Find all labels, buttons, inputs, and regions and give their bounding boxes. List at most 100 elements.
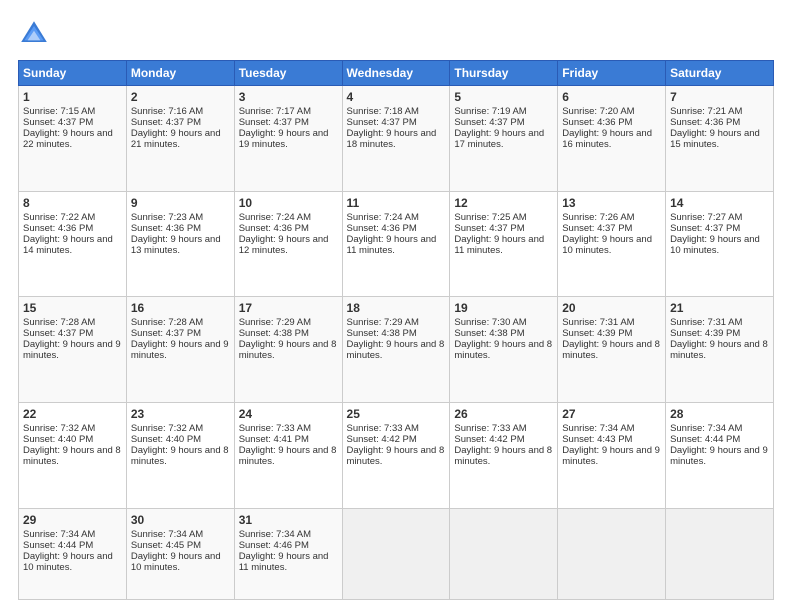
daylight-text: Daylight: 9 hours and 9 minutes. [670, 445, 768, 467]
header [18, 18, 774, 50]
sunrise-text: Sunrise: 7:30 AM [454, 317, 526, 328]
calendar-cell: 11Sunrise: 7:24 AMSunset: 4:36 PMDayligh… [342, 191, 450, 297]
calendar-cell [558, 508, 666, 599]
sunrise-text: Sunrise: 7:24 AM [239, 212, 311, 223]
day-number: 31 [239, 513, 338, 527]
sunset-text: Sunset: 4:36 PM [23, 223, 93, 234]
day-of-week-header: Saturday [666, 61, 774, 86]
sunset-text: Sunset: 4:37 PM [23, 328, 93, 339]
daylight-text: Daylight: 9 hours and 8 minutes. [562, 339, 660, 361]
day-number: 14 [670, 196, 769, 210]
calendar-cell: 23Sunrise: 7:32 AMSunset: 4:40 PMDayligh… [126, 403, 234, 509]
day-number: 29 [23, 513, 122, 527]
calendar-cell: 10Sunrise: 7:24 AMSunset: 4:36 PMDayligh… [234, 191, 342, 297]
calendar-cell [450, 508, 558, 599]
sunrise-text: Sunrise: 7:20 AM [562, 106, 634, 117]
day-number: 19 [454, 301, 553, 315]
day-of-week-header: Thursday [450, 61, 558, 86]
day-number: 26 [454, 407, 553, 421]
calendar-table: SundayMondayTuesdayWednesdayThursdayFrid… [18, 60, 774, 600]
sunrise-text: Sunrise: 7:25 AM [454, 212, 526, 223]
sunset-text: Sunset: 4:37 PM [670, 223, 740, 234]
calendar-cell: 25Sunrise: 7:33 AMSunset: 4:42 PMDayligh… [342, 403, 450, 509]
day-number: 10 [239, 196, 338, 210]
sunrise-text: Sunrise: 7:31 AM [562, 317, 634, 328]
sunset-text: Sunset: 4:38 PM [239, 328, 309, 339]
daylight-text: Daylight: 9 hours and 8 minutes. [239, 445, 337, 467]
sunrise-text: Sunrise: 7:29 AM [347, 317, 419, 328]
day-number: 25 [347, 407, 446, 421]
sunrise-text: Sunrise: 7:17 AM [239, 106, 311, 117]
calendar-header-row: SundayMondayTuesdayWednesdayThursdayFrid… [19, 61, 774, 86]
daylight-text: Daylight: 9 hours and 16 minutes. [562, 128, 652, 150]
sunrise-text: Sunrise: 7:29 AM [239, 317, 311, 328]
sunrise-text: Sunrise: 7:15 AM [23, 106, 95, 117]
daylight-text: Daylight: 9 hours and 19 minutes. [239, 128, 329, 150]
calendar-cell [666, 508, 774, 599]
calendar-week-row: 22Sunrise: 7:32 AMSunset: 4:40 PMDayligh… [19, 403, 774, 509]
day-number: 27 [562, 407, 661, 421]
sunset-text: Sunset: 4:37 PM [239, 117, 309, 128]
day-number: 15 [23, 301, 122, 315]
sunset-text: Sunset: 4:36 PM [131, 223, 201, 234]
calendar-cell: 14Sunrise: 7:27 AMSunset: 4:37 PMDayligh… [666, 191, 774, 297]
sunrise-text: Sunrise: 7:32 AM [131, 423, 203, 434]
calendar-cell: 6 Sunrise: 7:20 AMSunset: 4:36 PMDaylight… [558, 86, 666, 192]
day-number: 1 [23, 90, 122, 104]
calendar-week-row: 8Sunrise: 7:22 AMSunset: 4:36 PMDaylight… [19, 191, 774, 297]
sunset-text: Sunset: 4:37 PM [131, 117, 201, 128]
sunset-text: Sunset: 4:37 PM [454, 223, 524, 234]
calendar-week-row: 1Sunrise: 7:15 AMSunset: 4:37 PMDaylight… [19, 86, 774, 192]
sunset-text: Sunset: 4:37 PM [131, 328, 201, 339]
daylight-text: Daylight: 9 hours and 11 minutes. [454, 234, 544, 256]
sunset-text: Sunset: 4:41 PM [239, 434, 309, 445]
sunset-text: Sunset: 4:36 PM [562, 117, 632, 128]
sunset-text: Sunset: 4:39 PM [562, 328, 632, 339]
sunset-text: Sunset: 4:46 PM [239, 540, 309, 551]
sunrise-text: Sunrise: 7:34 AM [670, 423, 742, 434]
day-number: 13 [562, 196, 661, 210]
daylight-text: Daylight: 9 hours and 8 minutes. [239, 339, 337, 361]
daylight-text: Daylight: 9 hours and 8 minutes. [347, 339, 445, 361]
calendar-week-row: 29Sunrise: 7:34 AMSunset: 4:44 PMDayligh… [19, 508, 774, 599]
daylight-text: Daylight: 9 hours and 9 minutes. [131, 339, 229, 361]
sunrise-text: Sunrise: 7:33 AM [347, 423, 419, 434]
day-number: 2 [131, 90, 230, 104]
daylight-text: Daylight: 9 hours and 8 minutes. [670, 339, 768, 361]
calendar-cell: 20Sunrise: 7:31 AMSunset: 4:39 PMDayligh… [558, 297, 666, 403]
sunset-text: Sunset: 4:44 PM [670, 434, 740, 445]
day-number: 6 [562, 90, 661, 104]
sunset-text: Sunset: 4:37 PM [454, 117, 524, 128]
sunset-text: Sunset: 4:36 PM [670, 117, 740, 128]
sunrise-text: Sunrise: 7:31 AM [670, 317, 742, 328]
calendar-cell: 7Sunrise: 7:21 AMSunset: 4:36 PMDaylight… [666, 86, 774, 192]
sunset-text: Sunset: 4:43 PM [562, 434, 632, 445]
day-of-week-header: Friday [558, 61, 666, 86]
page: SundayMondayTuesdayWednesdayThursdayFrid… [0, 0, 792, 612]
daylight-text: Daylight: 9 hours and 13 minutes. [131, 234, 221, 256]
logo-icon [18, 18, 50, 50]
sunrise-text: Sunrise: 7:33 AM [239, 423, 311, 434]
daylight-text: Daylight: 9 hours and 15 minutes. [670, 128, 760, 150]
sunrise-text: Sunrise: 7:26 AM [562, 212, 634, 223]
day-number: 22 [23, 407, 122, 421]
daylight-text: Daylight: 9 hours and 10 minutes. [23, 551, 113, 573]
daylight-text: Daylight: 9 hours and 18 minutes. [347, 128, 437, 150]
calendar-cell: 3Sunrise: 7:17 AMSunset: 4:37 PMDaylight… [234, 86, 342, 192]
day-number: 16 [131, 301, 230, 315]
sunrise-text: Sunrise: 7:33 AM [454, 423, 526, 434]
day-number: 12 [454, 196, 553, 210]
calendar-cell: 24Sunrise: 7:33 AMSunset: 4:41 PMDayligh… [234, 403, 342, 509]
daylight-text: Daylight: 9 hours and 9 minutes. [562, 445, 660, 467]
calendar-cell: 27Sunrise: 7:34 AMSunset: 4:43 PMDayligh… [558, 403, 666, 509]
daylight-text: Daylight: 9 hours and 22 minutes. [23, 128, 113, 150]
sunset-text: Sunset: 4:38 PM [454, 328, 524, 339]
sunset-text: Sunset: 4:36 PM [239, 223, 309, 234]
calendar-body: 1Sunrise: 7:15 AMSunset: 4:37 PMDaylight… [19, 86, 774, 600]
daylight-text: Daylight: 9 hours and 8 minutes. [454, 445, 552, 467]
daylight-text: Daylight: 9 hours and 14 minutes. [23, 234, 113, 256]
calendar-cell: 28Sunrise: 7:34 AMSunset: 4:44 PMDayligh… [666, 403, 774, 509]
sunrise-text: Sunrise: 7:34 AM [131, 529, 203, 540]
sunrise-text: Sunrise: 7:32 AM [23, 423, 95, 434]
calendar-cell: 30Sunrise: 7:34 AMSunset: 4:45 PMDayligh… [126, 508, 234, 599]
